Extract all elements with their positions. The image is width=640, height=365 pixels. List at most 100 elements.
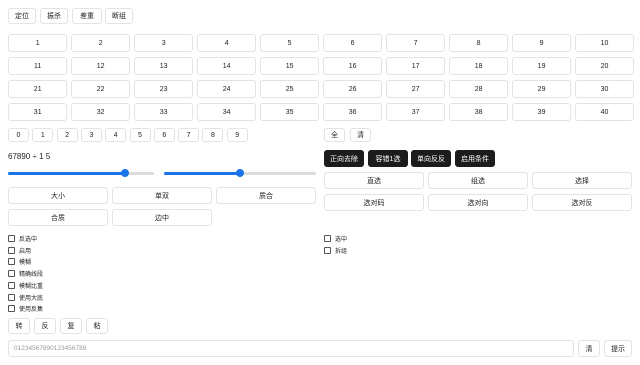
number-cell[interactable]: 22 — [70, 80, 131, 98]
digit-button[interactable]: 7 — [178, 128, 200, 142]
number-cell[interactable]: 4 — [196, 34, 257, 52]
number-cell[interactable]: 19 — [511, 57, 572, 75]
number-cell[interactable]: 2 — [70, 34, 131, 52]
digit-button[interactable]: 5 — [129, 128, 151, 142]
slider-2[interactable] — [164, 168, 316, 178]
option-odd-even[interactable]: 单双 — [112, 187, 212, 204]
forward-remove-button[interactable]: 正向去除 — [324, 150, 364, 167]
number-cell[interactable]: 24 — [196, 80, 257, 98]
option-direct[interactable]: 直选 — [324, 172, 424, 189]
number-cell[interactable]: 39 — [511, 103, 572, 121]
dedupe-button[interactable]: 差重 — [72, 8, 102, 24]
checkbox-row[interactable]: 反选中 — [8, 234, 37, 243]
number-cell[interactable]: 37 — [385, 103, 446, 121]
slider-1-thumb[interactable] — [120, 169, 129, 177]
number-input[interactable]: 01234567890123456789 — [8, 340, 574, 357]
hint-button[interactable]: 提示 — [604, 340, 632, 357]
option-pair-direction[interactable]: 选对向 — [428, 194, 528, 211]
checkbox[interactable] — [324, 246, 331, 254]
number-cell[interactable]: 21 — [8, 80, 68, 98]
digit-button[interactable]: 1 — [32, 128, 54, 142]
option-pair-reverse[interactable]: 选对反 — [532, 194, 632, 211]
number-cell[interactable]: 32 — [70, 103, 131, 121]
option-prime-composite[interactable]: 质合 — [216, 187, 316, 204]
digit-button[interactable]: 3 — [80, 128, 102, 142]
kill-button[interactable]: 振杀 — [40, 8, 68, 24]
locate-button[interactable]: 定位 — [8, 8, 36, 24]
number-cell[interactable]: 12 — [70, 57, 131, 75]
number-cell[interactable]: 8 — [448, 34, 509, 52]
slider-2-thumb[interactable] — [236, 169, 244, 177]
checkbox-row[interactable]: 拆组 — [324, 246, 347, 255]
number-cell[interactable]: 29 — [511, 80, 572, 98]
checkbox[interactable] — [8, 246, 15, 254]
digit-button[interactable]: 0 — [8, 128, 29, 142]
checkbox[interactable] — [8, 281, 15, 289]
digit-button[interactable]: 8 — [202, 128, 224, 142]
number-cell[interactable]: 14 — [196, 57, 257, 75]
number-cell[interactable]: 31 — [8, 103, 68, 121]
number-cell[interactable]: 40 — [574, 103, 635, 121]
number-cell[interactable]: 18 — [448, 57, 509, 75]
number-cell[interactable]: 11 — [8, 57, 68, 75]
option-group[interactable]: 组选 — [428, 172, 528, 189]
paste-button[interactable]: 粘 — [86, 318, 108, 334]
number-cell[interactable]: 28 — [448, 80, 509, 98]
number-cell[interactable]: 38 — [448, 103, 509, 121]
number-cell[interactable]: 27 — [385, 80, 446, 98]
checkbox-row[interactable]: 精确线段 — [8, 269, 43, 278]
checkbox[interactable] — [8, 293, 15, 301]
number-cell[interactable]: 6 — [322, 34, 383, 52]
option-edge-middle[interactable]: 边中 — [112, 209, 212, 226]
number-cell[interactable]: 15 — [259, 57, 320, 75]
checkbox[interactable] — [324, 235, 331, 242]
checkbox-row[interactable]: 使用反集 — [8, 304, 43, 313]
number-cell[interactable]: 35 — [259, 103, 320, 121]
checkbox-row[interactable]: 使用大底 — [8, 293, 43, 302]
digit-button[interactable]: 9 — [226, 128, 248, 142]
copy-button[interactable]: 复 — [60, 318, 82, 334]
number-cell[interactable]: 13 — [133, 57, 194, 75]
number-cell[interactable]: 25 — [259, 80, 320, 98]
slider-1[interactable] — [8, 168, 154, 178]
clear-input-button[interactable]: 清 — [578, 340, 600, 357]
number-cell[interactable]: 5 — [259, 34, 320, 52]
number-cell[interactable]: 9 — [511, 34, 572, 52]
digit-button[interactable]: 4 — [105, 128, 127, 142]
checkbox-row[interactable]: 启用 — [8, 246, 31, 255]
tolerance-button[interactable]: 容错1选 — [368, 150, 408, 167]
break-group-button[interactable]: 断组 — [105, 8, 133, 24]
clear-digits-button[interactable]: 清 — [350, 128, 371, 142]
option-size[interactable]: 大小 — [8, 187, 108, 204]
single-reverse-button[interactable]: 单向反反 — [411, 150, 451, 167]
number-cell[interactable]: 16 — [322, 57, 383, 75]
number-cell[interactable]: 26 — [322, 80, 383, 98]
number-cell[interactable]: 30 — [574, 80, 635, 98]
number-cell[interactable]: 17 — [385, 57, 446, 75]
number-cell[interactable]: 3 — [133, 34, 194, 52]
checkbox-row[interactable]: 模糊 — [8, 257, 31, 266]
digit-button[interactable]: 2 — [56, 128, 78, 142]
checkbox[interactable] — [8, 270, 15, 278]
number-cell[interactable]: 23 — [133, 80, 194, 98]
checkbox[interactable] — [8, 305, 15, 313]
number-cell[interactable]: 34 — [196, 103, 257, 121]
option-pair-code[interactable]: 选对码 — [324, 194, 424, 211]
checkbox[interactable] — [8, 235, 15, 242]
reverse-button[interactable]: 反 — [34, 318, 56, 334]
number-cell[interactable]: 33 — [133, 103, 194, 121]
option-composite-prime[interactable]: 合质 — [8, 209, 108, 226]
checkbox-row[interactable]: 模糊比重 — [8, 281, 43, 290]
number-cell[interactable]: 10 — [574, 34, 635, 52]
number-cell[interactable]: 36 — [322, 103, 383, 121]
number-cell[interactable]: 1 — [8, 34, 68, 52]
select-all-button[interactable]: 全 — [324, 128, 345, 142]
digit-button[interactable]: 6 — [153, 128, 175, 142]
option-select[interactable]: 选择 — [532, 172, 632, 189]
number-cell[interactable]: 7 — [385, 34, 446, 52]
checkbox-row[interactable]: 选中 — [324, 234, 347, 243]
convert-button[interactable]: 转 — [8, 318, 30, 334]
enable-condition-button[interactable]: 启用条件 — [455, 150, 495, 167]
number-cell[interactable]: 20 — [574, 57, 635, 75]
checkbox[interactable] — [8, 258, 15, 266]
